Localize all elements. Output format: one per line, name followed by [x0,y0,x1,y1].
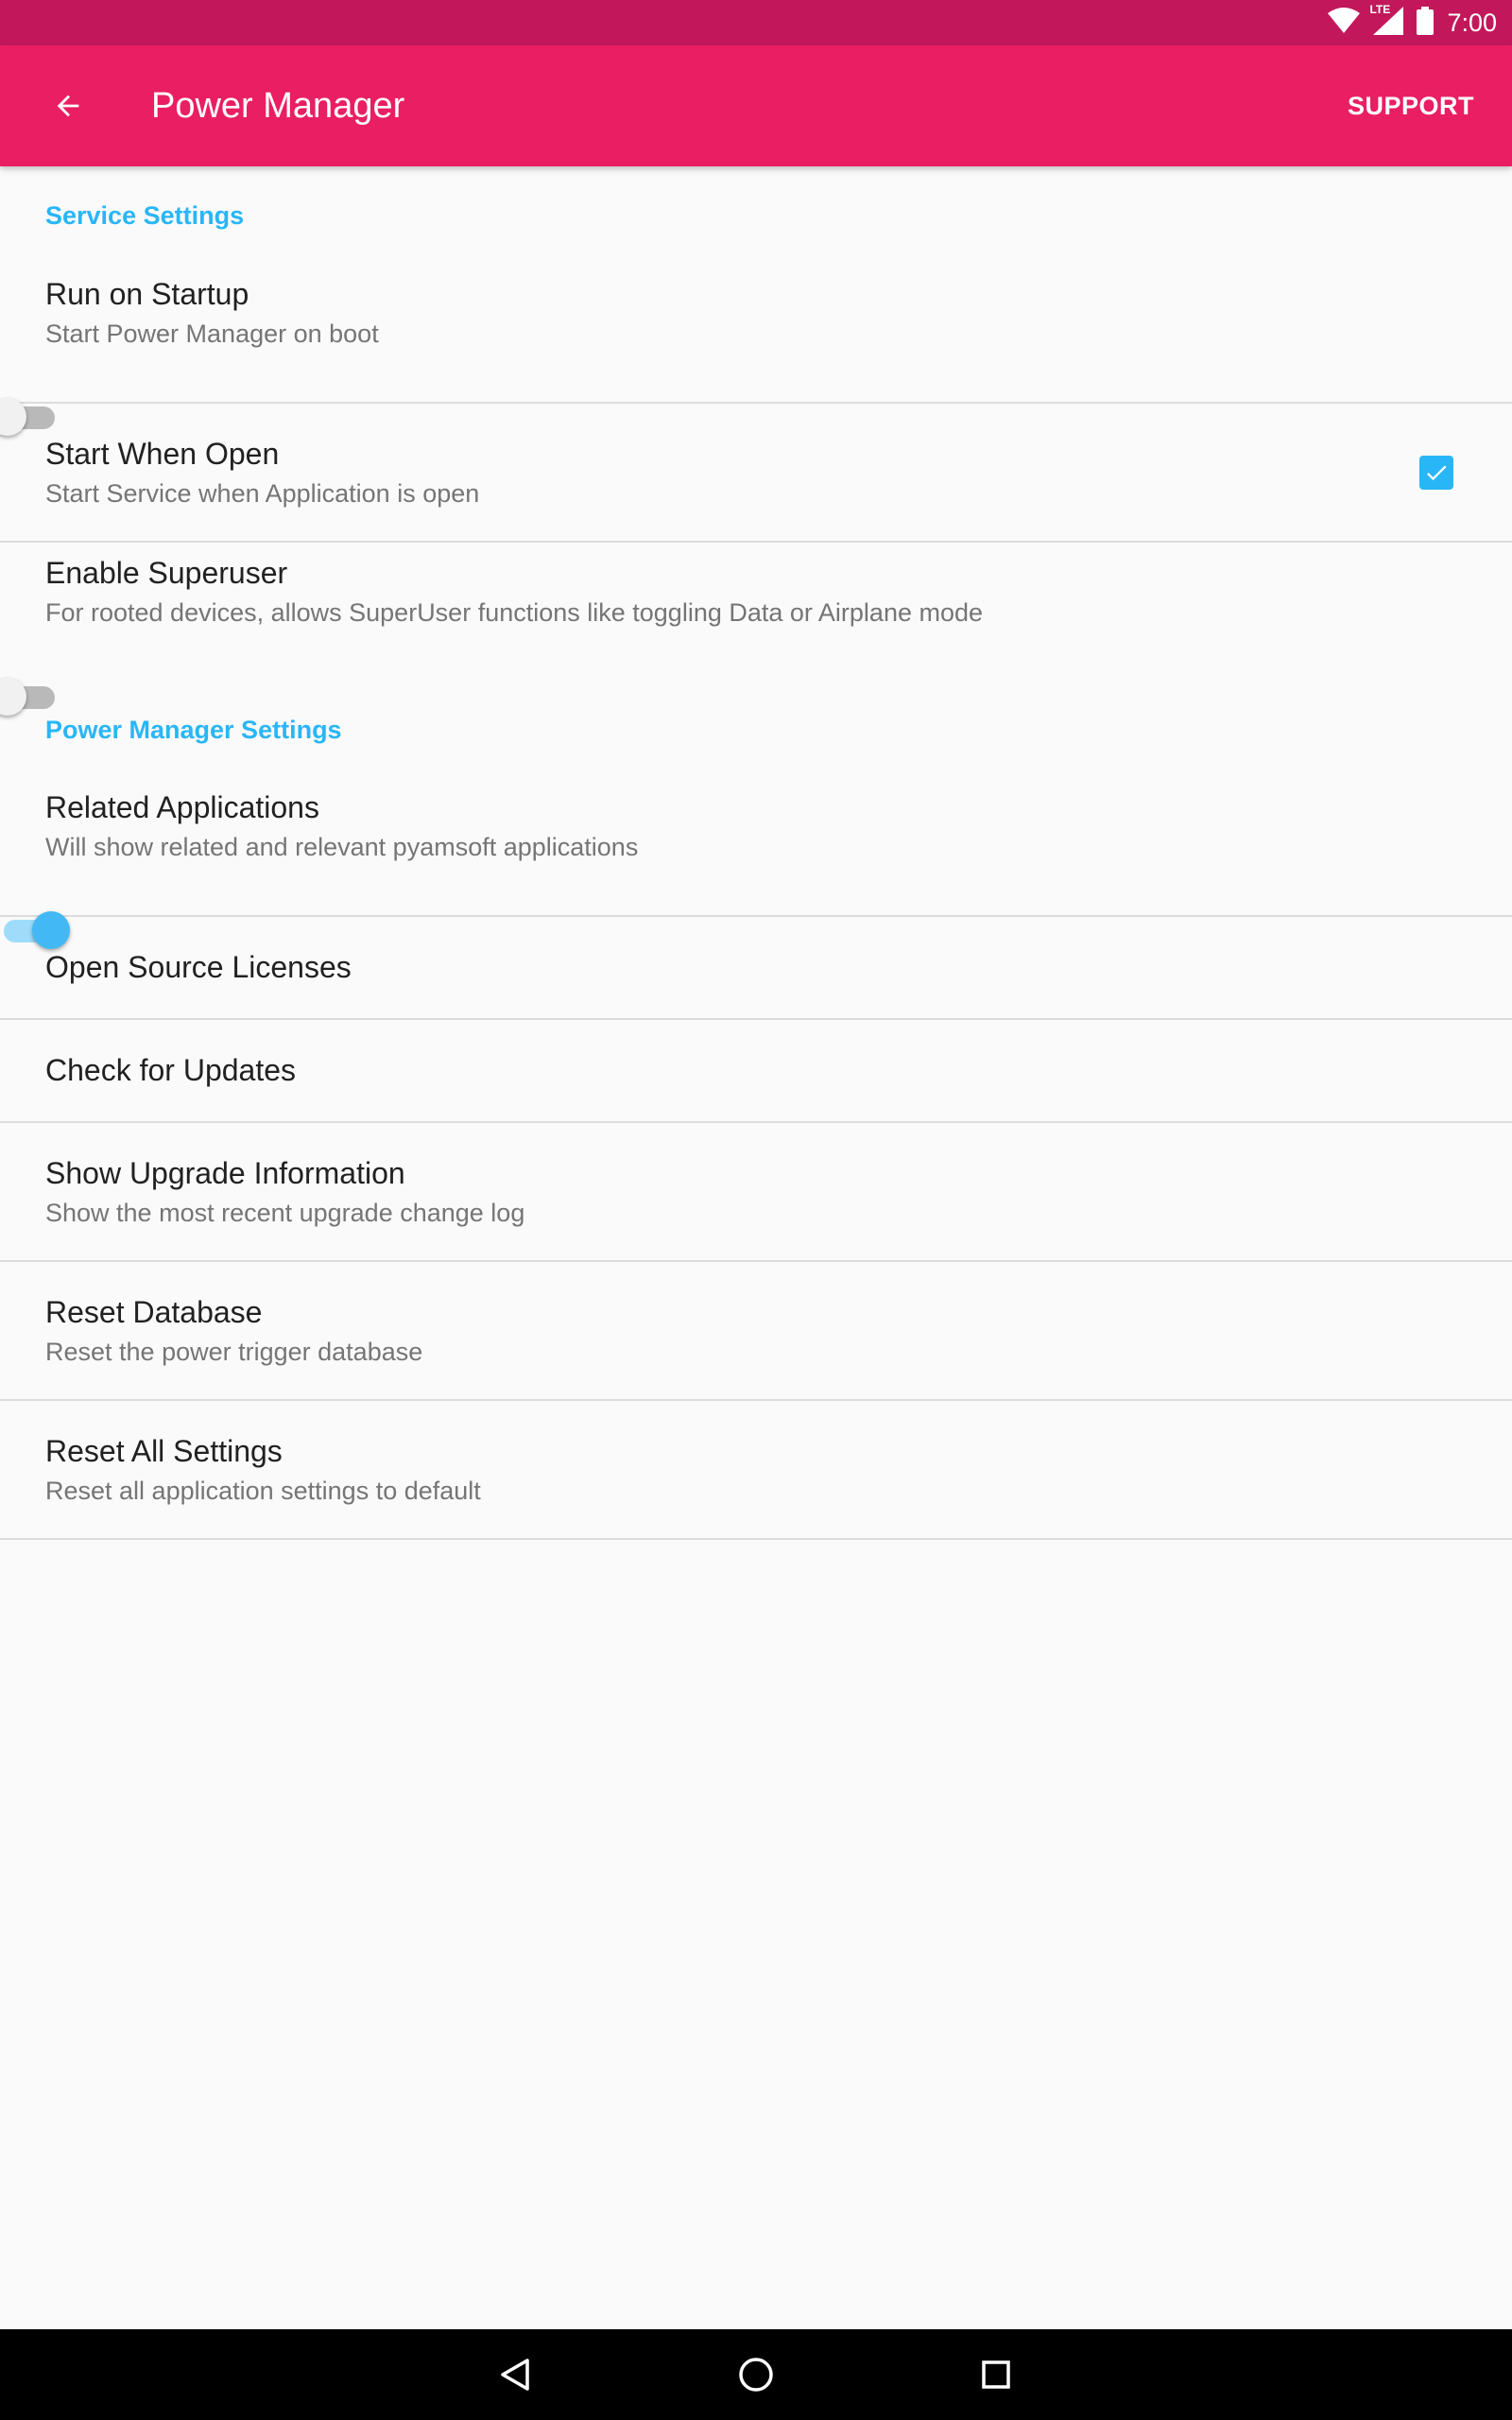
page-title: Power Manager [151,85,405,126]
section-header-power-manager-settings: Power Manager Settings [45,715,342,744]
setting-title: Reset Database [45,1294,263,1329]
setting-start-when-open[interactable]: Start When Open Start Service when Appli… [0,404,1512,543]
setting-title: Run on Startup [45,276,249,311]
start-when-open-checkbox[interactable] [1419,455,1453,490]
check-icon [1426,465,1447,480]
setting-show-upgrade-information[interactable]: Show Upgrade Information Show the most r… [0,1123,1512,1262]
home-circle-icon [739,2358,773,2392]
setting-subtitle: Start Service when Application is open [45,478,480,508]
status-bar: LTE 7:00 [0,0,1512,45]
setting-subtitle: Will show related and relevant pyamsoft … [45,832,639,861]
back-button[interactable] [30,68,106,144]
setting-title: Start When Open [45,436,280,471]
setting-title: Show Upgrade Information [45,1155,405,1190]
setting-reset-database[interactable]: Reset Database Reset the power trigger d… [0,1262,1512,1401]
enable-superuser-switch[interactable] [0,676,59,717]
battery-icon [1417,6,1435,40]
setting-subtitle: Reset the power trigger database [45,1337,423,1366]
setting-reset-all-settings[interactable]: Reset All Settings Reset all application… [0,1401,1512,1540]
setting-subtitle: Start Power Manager on boot [45,319,379,348]
setting-title: Check for Updates [45,1053,297,1087]
nav-recents-button[interactable] [966,2344,1026,2405]
setting-title: Open Source Licenses [45,950,352,984]
setting-run-on-startup[interactable]: Run on Startup Start Power Manager on bo… [0,265,1512,436]
nav-back-button[interactable] [486,2344,546,2405]
support-button[interactable]: SUPPORT [1348,77,1474,136]
setting-open-source-licenses[interactable]: Open Source Licenses [0,917,1512,1020]
setting-enable-superuser[interactable]: Enable Superuser For rooted devices, all… [0,543,1512,716]
setting-title: Reset All Settings [45,1433,283,1468]
settings-list: Service Settings Run on Startup Start Po… [0,166,1512,1540]
setting-title: Related Applications [45,789,319,824]
setting-check-for-updates[interactable]: Check for Updates [0,1020,1512,1123]
section-header-service-settings: Service Settings [45,200,245,230]
recents-square-icon [982,2360,1010,2389]
setting-title: Enable Superuser [45,555,288,590]
setting-subtitle: Reset all application settings to defaul… [45,1476,481,1505]
app-bar: Power Manager SUPPORT [0,45,1512,166]
navigation-bar [0,2329,1512,2420]
signal-lte-icon: LTE [1369,3,1404,40]
lte-label: LTE [1369,2,1391,16]
clock: 7:00 [1447,8,1497,37]
setting-subtitle: For rooted devices, allows SuperUser fun… [45,597,984,627]
nav-home-button[interactable] [726,2344,786,2405]
setting-subtitle: Show the most recent upgrade change log [45,1198,525,1227]
switch-thumb [0,678,26,716]
wifi-icon [1328,7,1361,39]
back-triangle-icon [501,2359,529,2391]
arrow-back-icon [57,95,79,117]
setting-related-applications[interactable]: Related Applications Will show related a… [0,778,1512,949]
